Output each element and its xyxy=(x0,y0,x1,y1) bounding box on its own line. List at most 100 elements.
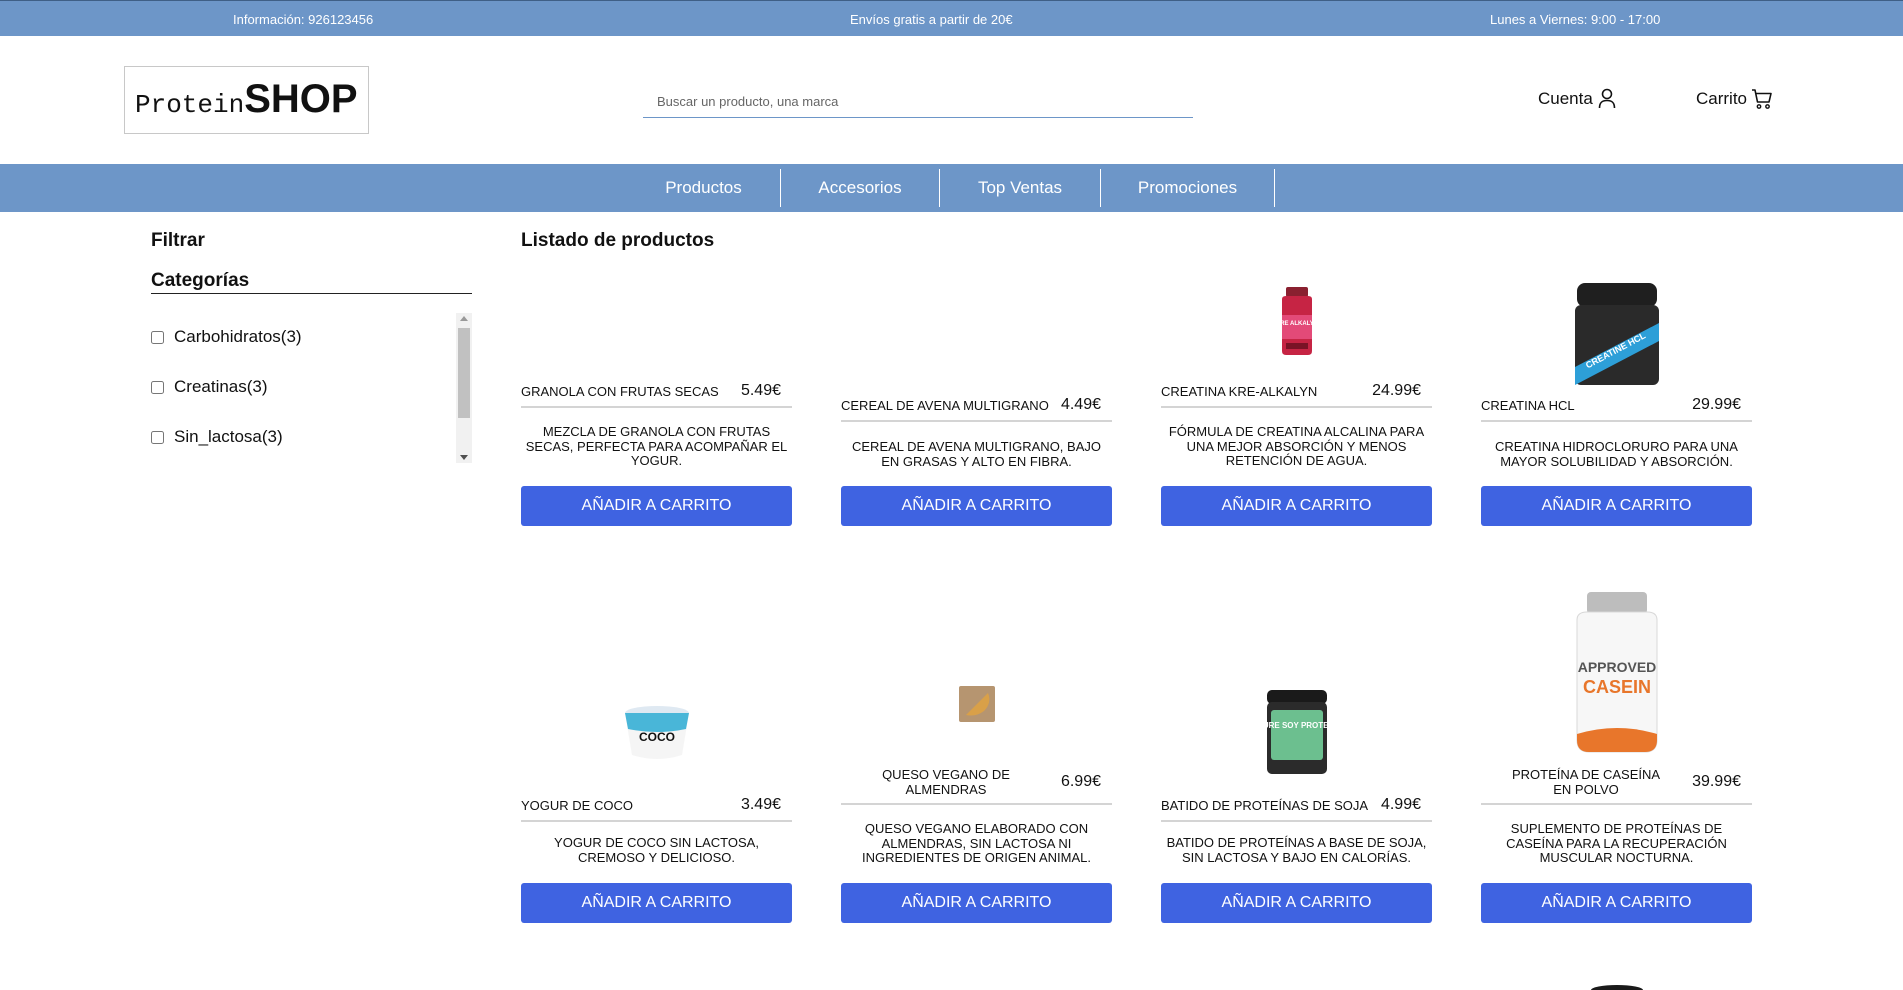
product-image: COCO xyxy=(521,703,792,763)
add-to-cart-button[interactable]: AÑADIR A CARRITO xyxy=(1161,883,1432,923)
category-name: Sin_lactosa xyxy=(174,427,262,446)
add-to-cart-button[interactable]: AÑADIR A CARRITO xyxy=(521,486,792,526)
product-card: Granola con frutas secas 5.49€ Mezcla de… xyxy=(521,275,792,526)
add-to-cart-button[interactable]: AÑADIR A CARRITO xyxy=(1481,486,1752,526)
user-icon xyxy=(1598,88,1616,109)
product-name: Creatina HCL xyxy=(1481,397,1575,413)
cup-label-text: COCO xyxy=(639,730,675,744)
cart-link[interactable]: Carrito xyxy=(1696,88,1773,110)
product-card: Cereal de avena multigrano 4.49€ Cereal … xyxy=(841,275,1112,526)
product-description: Mezcla de granola con frutas secas, perf… xyxy=(525,424,788,468)
product-list-title: Listado de productos xyxy=(521,230,715,251)
product-header: Creatina HCL 29.99€ xyxy=(1481,396,1752,422)
account-link[interactable]: Cuenta xyxy=(1538,88,1617,110)
category-item-carbohidratos[interactable]: Carbohidratos (3) xyxy=(151,327,302,347)
product-name: Batido de proteínas de soja xyxy=(1161,797,1369,813)
casein-tub-image: APPROVED CASEIN xyxy=(1576,592,1657,753)
category-checkbox[interactable] xyxy=(151,380,164,394)
phone-info: Información: 926123456 xyxy=(233,12,374,27)
next-product-image-partial xyxy=(1591,985,1643,990)
categories-title: Categorías xyxy=(151,270,472,294)
nav-item-productos[interactable]: Productos xyxy=(627,169,781,207)
product-header: Batido de proteínas de soja 4.99€ xyxy=(1161,796,1432,822)
product-name: Creatina Kre-Alkalyn xyxy=(1161,383,1318,399)
logo-text-shop: SHOP xyxy=(244,77,358,121)
product-description: Batido de proteínas a base de soja, sin … xyxy=(1166,835,1427,865)
product-description: Yogur de coco sin lactosa, cremoso y del… xyxy=(554,835,759,865)
category-item-sin-lactosa[interactable]: Sin_lactosa (3) xyxy=(151,427,283,447)
product-image xyxy=(841,685,1112,723)
product-price: 5.49€ xyxy=(740,382,781,399)
product-name: Cereal de avena multigrano xyxy=(841,397,1049,413)
nav-item-accesorios[interactable]: Accesorios xyxy=(781,169,940,207)
product-card: CREATINE HCL Creatina HCL 29.99€ Creatin… xyxy=(1481,275,1752,526)
product-price: 29.99€ xyxy=(1692,396,1741,413)
casein-label-line2: CASEIN xyxy=(1582,677,1650,697)
opening-hours: Lunes a Viernes: 9:00 - 17:00 xyxy=(1490,12,1661,27)
product-description: Creatina hidrocloruro para una mayor sol… xyxy=(1495,439,1738,469)
category-count: (3) xyxy=(246,377,268,396)
category-name: Carbohidratos xyxy=(174,327,281,346)
cart-icon xyxy=(1752,89,1772,109)
product-description: Suplemento de proteínas de caseína para … xyxy=(1506,821,1727,865)
product-image: APPROVED CASEIN xyxy=(1481,590,1752,754)
category-checkbox[interactable] xyxy=(151,330,164,344)
product-price: 3.49€ xyxy=(740,796,781,813)
cheese-package-image xyxy=(958,686,995,722)
product-image: CREATINE HCL xyxy=(1481,279,1752,387)
yogurt-cup-image: COCO xyxy=(624,706,689,759)
creatine-tub-image: CREATINE HCL xyxy=(1574,283,1659,385)
scroll-down-arrow-icon[interactable] xyxy=(460,455,468,460)
product-header: Cereal de avena multigrano 4.49€ xyxy=(841,396,1112,422)
logo-text-protein: Protein xyxy=(135,90,245,120)
product-price: 6.99€ xyxy=(1060,773,1101,790)
product-card: APPROVED CASEIN Proteína de caseína en p… xyxy=(1481,585,1752,925)
add-to-cart-button[interactable]: AÑADIR A CARRITO xyxy=(1161,486,1432,526)
category-count: (3) xyxy=(280,327,302,346)
product-card: COCO Yogur de coco 3.49€ Yogur de coco s… xyxy=(521,585,792,925)
add-to-cart-button[interactable]: AÑADIR A CARRITO xyxy=(521,883,792,923)
category-item-creatinas[interactable]: Creatinas (3) xyxy=(151,377,268,397)
product-description: Cereal de avena multigrano, bajo en gras… xyxy=(852,439,1101,469)
product-header: Creatina Kre-Alkalyn 24.99€ xyxy=(1161,382,1432,408)
search-input[interactable] xyxy=(643,86,1193,118)
shipping-info: Envíos gratis a partir de 20€ xyxy=(850,12,1013,27)
category-count: (3) xyxy=(261,427,283,446)
product-description: Queso vegano elaborado con almendras, si… xyxy=(862,821,1091,865)
main-nav: Productos Accesorios Top Ventas Promocio… xyxy=(0,164,1903,212)
add-to-cart-button[interactable]: AÑADIR A CARRITO xyxy=(841,486,1112,526)
category-checkbox[interactable] xyxy=(151,430,164,444)
nav-item-top-ventas[interactable]: Top Ventas xyxy=(940,169,1101,207)
product-name: Yogur de coco xyxy=(521,797,633,813)
product-image: KRE ALKALYN xyxy=(1161,285,1432,357)
product-header: Granola con frutas secas 5.49€ xyxy=(521,382,792,408)
scroll-up-arrow-icon[interactable] xyxy=(460,316,468,321)
top-info-bar: Información: 926123456 Envíos gratis a p… xyxy=(0,0,1903,36)
bottle-label-text: KRE ALKALYN xyxy=(1275,321,1317,327)
creatine-bottle-image: KRE ALKALYN xyxy=(1275,287,1318,355)
product-description: Fórmula de creatina alcalina para una me… xyxy=(1168,424,1425,468)
product-name: Proteína de caseína en polvo xyxy=(1511,767,1661,797)
product-price: 4.99€ xyxy=(1380,796,1421,813)
add-to-cart-button[interactable]: AÑADIR A CARRITO xyxy=(1481,883,1752,923)
cart-label: Carrito xyxy=(1696,89,1748,108)
product-price: 24.99€ xyxy=(1372,382,1421,399)
nav-item-promociones[interactable]: Promociones xyxy=(1101,169,1275,207)
product-header: Proteína de caseína en polvo 39.99€ xyxy=(1481,767,1752,805)
product-name: Granola con frutas secas xyxy=(521,383,719,399)
product-header: Yogur de coco 3.49€ xyxy=(521,796,792,822)
category-scrollbar[interactable] xyxy=(456,313,472,463)
site-logo[interactable]: ProteinSHOP xyxy=(124,66,369,134)
add-to-cart-button[interactable]: AÑADIR A CARRITO xyxy=(841,883,1112,923)
product-card: KRE ALKALYN Creatina Kre-Alkalyn 24.99€ … xyxy=(1161,275,1432,526)
scrollbar-thumb[interactable] xyxy=(458,328,470,418)
filter-title: Filtrar xyxy=(151,230,205,251)
product-price: 4.49€ xyxy=(1060,396,1101,413)
product-image: PURE SOY PROTEIN xyxy=(1161,688,1432,776)
category-name: Creatinas xyxy=(174,377,247,396)
product-card: Queso vegano de almendras 6.99€ Queso ve… xyxy=(841,585,1112,925)
product-card: PURE SOY PROTEIN Batido de proteínas de … xyxy=(1161,585,1432,925)
product-name: Queso vegano de almendras xyxy=(882,767,1010,797)
casein-label-line1: APPROVED xyxy=(1577,659,1656,675)
product-price: 39.99€ xyxy=(1692,773,1741,790)
